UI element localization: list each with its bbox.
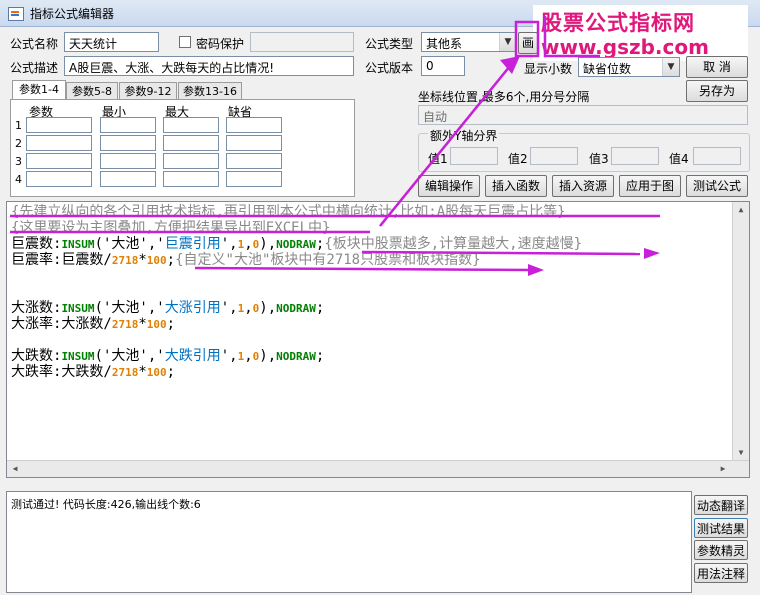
arrowhead-icon — [528, 264, 544, 276]
test-result-button[interactable]: 测试结果 — [694, 518, 748, 538]
arrowhead-icon — [644, 248, 660, 259]
annotation-underline — [194, 266, 533, 272]
status-text: 测试通过! 代码长度:426,输出线个数:6 — [11, 498, 201, 511]
annotation-bracket — [543, 16, 600, 58]
arrowhead-icon — [500, 56, 520, 74]
dynamic-translate-button[interactable]: 动态翻译 — [694, 495, 748, 515]
annotation-box — [514, 20, 540, 58]
annotation-arrow — [379, 65, 511, 227]
test-result-panel: 测试通过! 代码长度:426,输出线个数:6 — [6, 491, 692, 593]
usage-notes-button[interactable]: 用法注释 — [694, 563, 748, 583]
annotation-underline — [361, 250, 641, 256]
param-wizard-button[interactable]: 参数精灵 — [694, 540, 748, 560]
